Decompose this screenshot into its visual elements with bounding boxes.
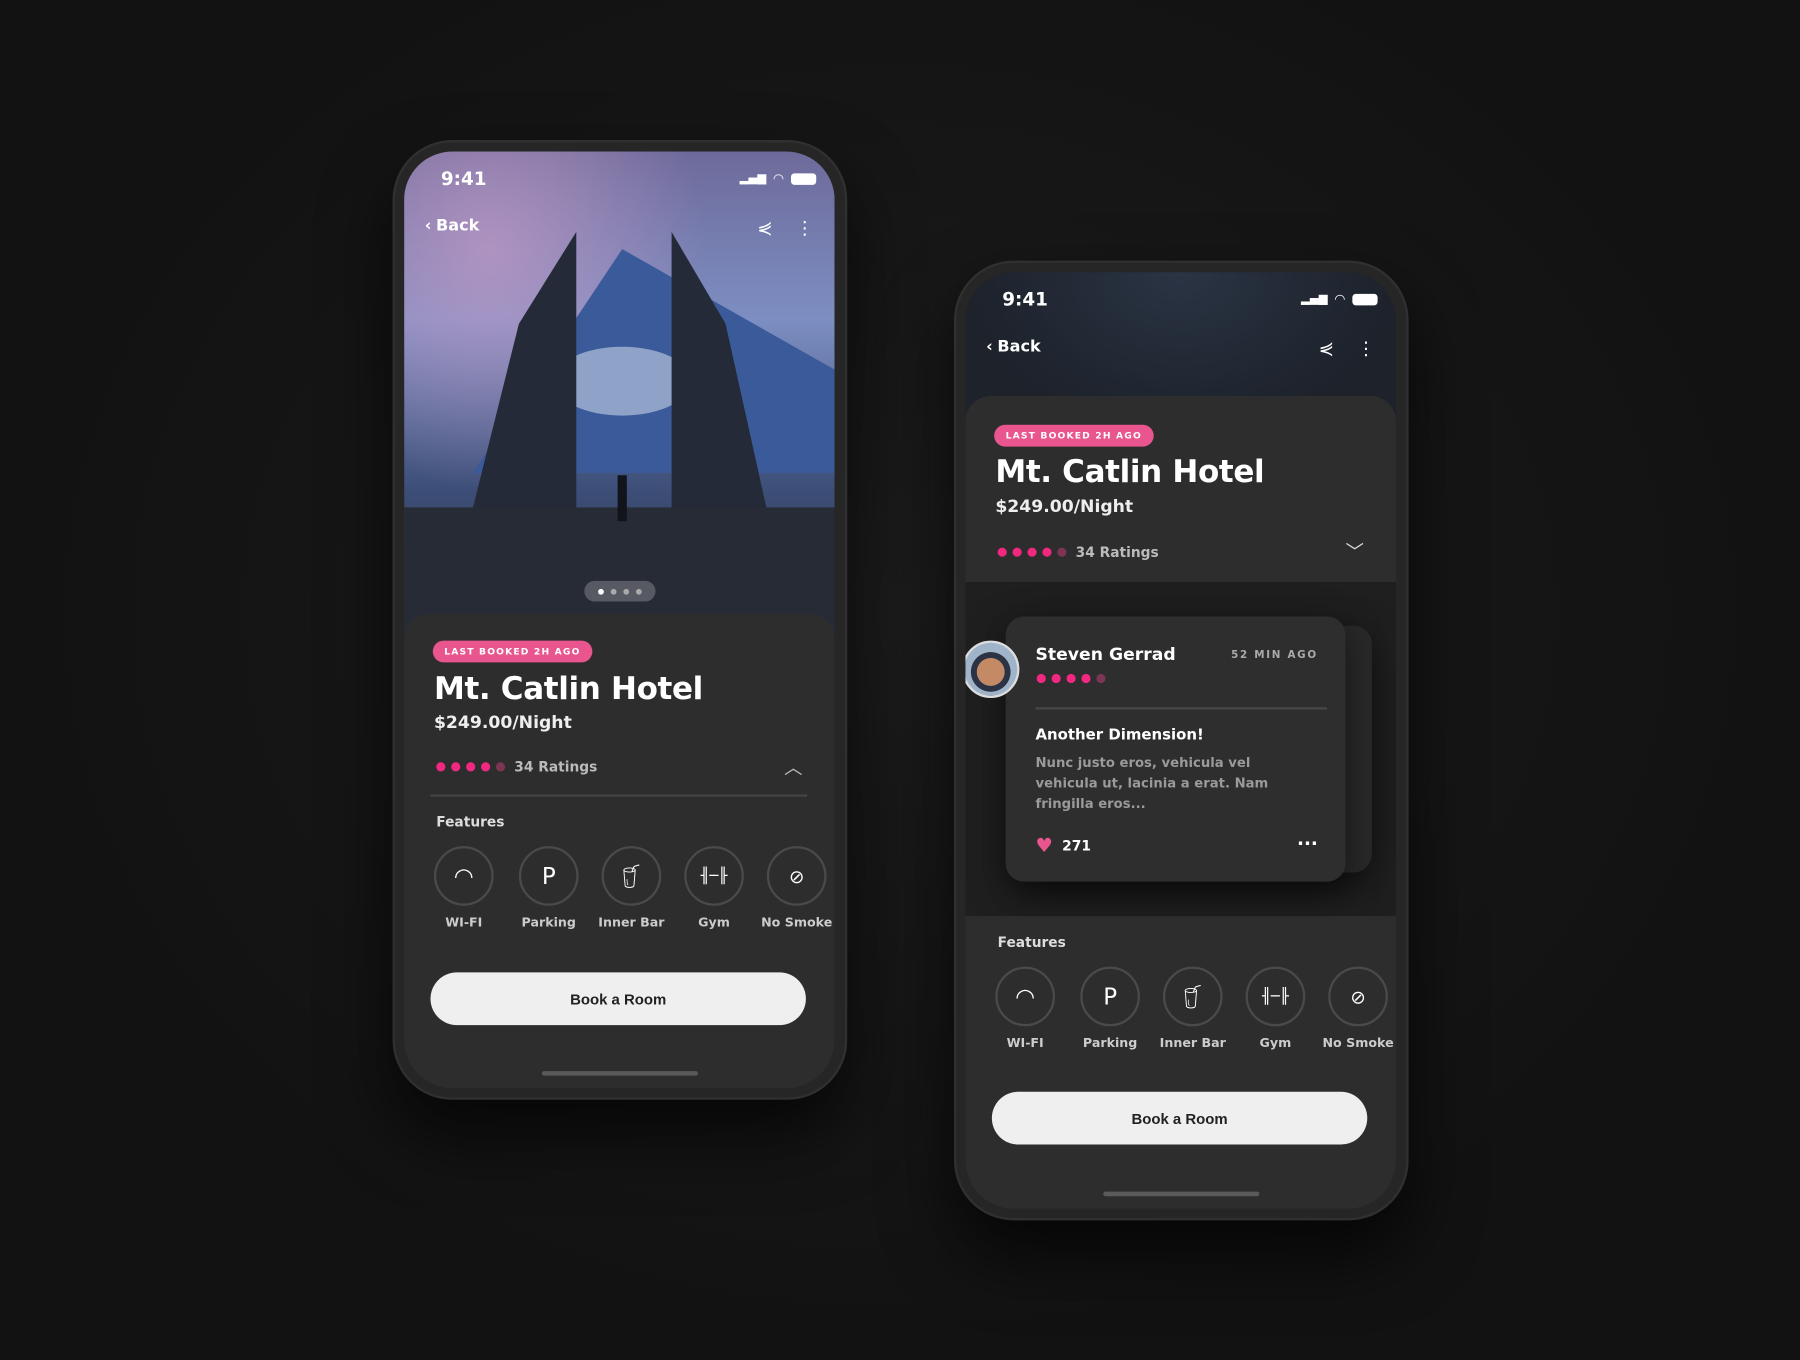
back-button[interactable]: ‹ Back [425, 217, 480, 235]
rating-dot-empty [1057, 547, 1067, 557]
phone-detail-expanded: 9:41 ▂▄▆ ◠ ‹ Back ⋞ ⋮ LAST BOOKED 2H AGO … [392, 140, 848, 1100]
rating-dot [436, 762, 446, 772]
drink-icon: 🥤︎ [1162, 966, 1223, 1027]
divider [1035, 707, 1328, 710]
review-title: Another Dimension! [1035, 726, 1204, 744]
no-smoking-icon: ⊘ [1328, 966, 1388, 1027]
rating-dot [1081, 673, 1091, 684]
book-room-button[interactable]: Book a Room [991, 1091, 1368, 1145]
feature-parking[interactable]: P Parking [1070, 966, 1150, 1050]
review-card[interactable]: Steven Gerrad 52 MIN AGO Another Dimensi… [1005, 616, 1346, 882]
home-indicator[interactable] [1103, 1191, 1260, 1197]
feature-inner-bar[interactable]: 🥤︎ Inner Bar [1153, 966, 1233, 1050]
rating-dot [1027, 547, 1037, 557]
rating-dot [1066, 673, 1076, 684]
like-count: 271 [1062, 838, 1091, 855]
ratings-count: 34 Ratings [1075, 544, 1159, 561]
rating-dot [1042, 547, 1052, 557]
hotel-price: $249.00/Night [995, 495, 1134, 517]
gallery-pager[interactable] [584, 580, 656, 602]
divider [430, 794, 808, 797]
avatar[interactable] [965, 640, 1020, 698]
feature-wifi[interactable]: ◠ WI-FI [985, 966, 1065, 1050]
status-time: 9:41 [440, 167, 487, 190]
review-body: Nunc justo eros, vehicula vel vehicula u… [1035, 754, 1269, 812]
rating-dot [481, 762, 491, 772]
rating-dot [466, 762, 476, 772]
last-booked-badge: LAST BOOKED 2H AGO [432, 640, 593, 663]
review-time: 52 MIN AGO [1231, 649, 1318, 662]
wifi-icon: ◠ [773, 171, 785, 186]
chevron-down-icon[interactable]: ﹀ [1345, 536, 1363, 564]
wifi-icon: ◠ [995, 966, 1056, 1027]
status-time: 9:41 [1002, 288, 1048, 310]
drink-icon: 🥤︎ [601, 846, 662, 906]
pager-dot[interactable] [610, 588, 617, 595]
rating-dot [1012, 547, 1022, 557]
features-label: Features [436, 813, 505, 831]
screen: 9:41 ▂▄▆ ◠ ‹ Back ⋞ ⋮ LAST BOOKED 2H AGO … [965, 272, 1396, 1209]
heart-icon: ♥ [1035, 834, 1054, 858]
feature-wifi[interactable]: ◠ WI-FI [424, 846, 504, 930]
feature-gym[interactable]: ╢─╟ Gym [674, 846, 754, 930]
share-icon[interactable]: ⋞ [757, 217, 772, 239]
parking-icon: P [518, 846, 579, 906]
details-sheet: LAST BOOKED 2H AGO Mt. Catlin Hotel $249… [404, 614, 835, 1089]
features-panel: Features ◠ WI-FI P Parking 🥤︎ Inner Bar ╢─╟… [965, 916, 1396, 1209]
chevron-left-icon: ‹ [986, 337, 993, 356]
pager-dot-active[interactable] [598, 588, 604, 595]
back-button[interactable]: ‹ Back [986, 338, 1041, 356]
parking-icon: P [1080, 966, 1140, 1027]
hotel-name: Mt. Catlin Hotel [433, 671, 703, 708]
rating-dot [997, 547, 1007, 557]
like-button[interactable]: ♥ 271 [1035, 835, 1090, 858]
rating: 34 Ratings [997, 544, 1159, 561]
rating: 34 Ratings [436, 759, 597, 775]
wifi-icon: ◠ [433, 846, 494, 906]
dumbbell-icon: ╢─╟ [684, 846, 744, 906]
more-horizontal-icon[interactable]: ··· [1297, 832, 1318, 854]
review-author: Steven Gerrad [1035, 644, 1176, 665]
last-booked-badge: LAST BOOKED 2H AGO [994, 424, 1154, 447]
screen: 9:41 ▂▄▆ ◠ ‹ Back ⋞ ⋮ LAST BOOKED 2H AGO … [404, 151, 835, 1089]
battery-icon [1352, 293, 1378, 305]
pager-dot[interactable] [635, 588, 642, 595]
book-room-button[interactable]: Book a Room [430, 972, 806, 1026]
chevron-up-icon[interactable]: ︿ [784, 752, 802, 780]
feature-gym[interactable]: ╢─╟ Gym [1235, 966, 1315, 1050]
feature-inner-bar[interactable]: 🥤︎ Inner Bar [591, 846, 671, 930]
phone-review-view: 9:41 ▂▄▆ ◠ ‹ Back ⋞ ⋮ LAST BOOKED 2H AGO … [953, 260, 1409, 1221]
feature-parking[interactable]: P Parking [509, 846, 589, 930]
rating-dot [1036, 673, 1046, 684]
details-sheet: LAST BOOKED 2H AGO Mt. Catlin Hotel $249… [965, 396, 1396, 583]
chevron-left-icon: ‹ [424, 216, 432, 236]
rating-dot [451, 762, 461, 772]
rating-dot-empty [1096, 673, 1106, 684]
review-rating [1036, 673, 1106, 684]
pager-dot[interactable] [623, 588, 630, 595]
signal-icon: ▂▄▆ [1301, 292, 1328, 306]
rating-dot [1051, 673, 1061, 684]
ratings-count: 34 Ratings [514, 758, 598, 775]
home-indicator[interactable] [541, 1071, 698, 1076]
rating-dot-empty [495, 762, 506, 772]
more-vertical-icon[interactable]: ⋮ [1357, 338, 1375, 360]
features-label: Features [997, 934, 1066, 951]
battery-icon [790, 172, 817, 185]
feature-no-smoke[interactable]: ⊘ No Smoke [757, 846, 835, 930]
dumbbell-icon: ╢─╟ [1245, 966, 1306, 1027]
no-smoking-icon: ⊘ [766, 846, 827, 906]
feature-no-smoke[interactable]: ⊘ No Smoke [1318, 966, 1396, 1050]
wifi-icon: ◠ [1334, 291, 1346, 307]
more-vertical-icon[interactable]: ⋮ [796, 217, 814, 239]
hotel-name: Mt. Catlin Hotel [995, 454, 1265, 491]
hotel-price: $249.00/Night [433, 711, 572, 733]
signal-icon: ▂▄▆ [739, 172, 767, 185]
share-icon[interactable]: ⋞ [1319, 338, 1334, 360]
